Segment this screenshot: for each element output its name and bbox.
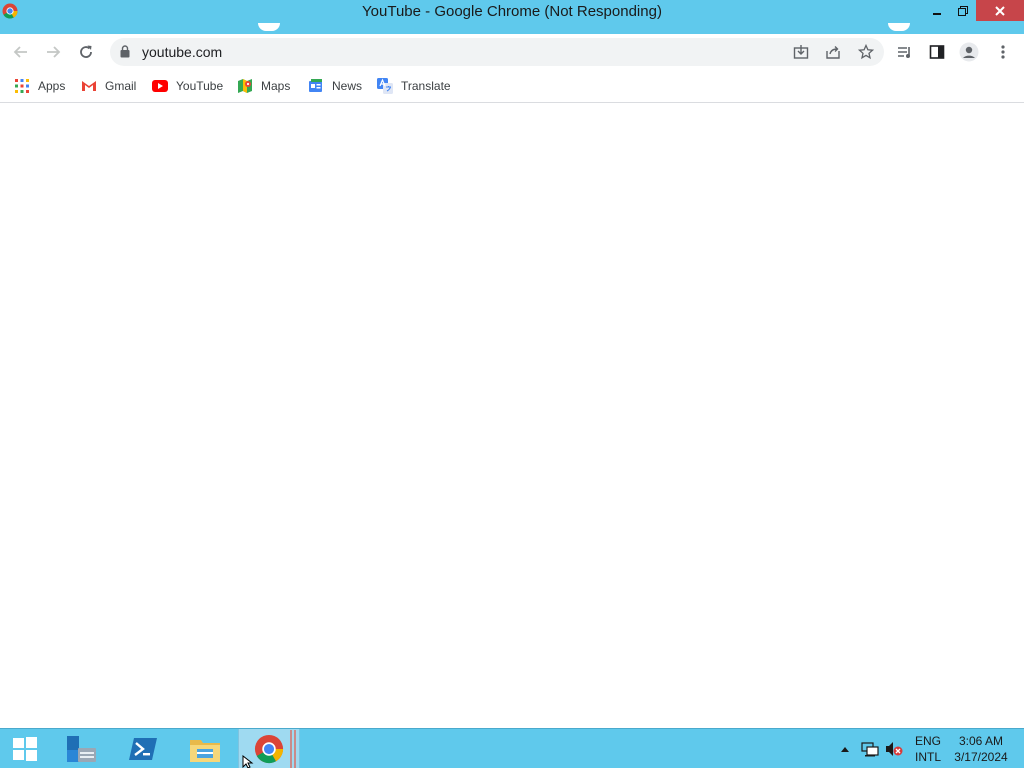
star-icon[interactable] <box>856 43 876 61</box>
lock-icon[interactable] <box>120 45 130 63</box>
window-title: YouTube - Google Chrome (Not Responding) <box>362 3 662 20</box>
clock-date: 3/17/2024 <box>954 750 1008 764</box>
show-hidden-icons-button[interactable] <box>838 729 852 769</box>
show-hidden-icons-icon <box>841 747 849 752</box>
clock-time: 3:06 AM <box>958 734 1004 748</box>
bookmark-label: Translate <box>401 79 451 93</box>
bookmark-label: Gmail <box>105 79 137 93</box>
taskbar-server-manager[interactable] <box>51 729 111 768</box>
bookmark-news[interactable]: News <box>308 76 362 96</box>
media-queue-button[interactable] <box>892 39 918 65</box>
maps-icon <box>237 78 253 94</box>
keyboard-layout: INTL <box>914 750 941 764</box>
server-manager-icon <box>67 735 96 762</box>
apps-grid-icon <box>14 78 30 94</box>
reload-button[interactable] <box>73 39 99 65</box>
powershell-icon <box>129 737 157 760</box>
bookmark-youtube[interactable]: YouTube <box>152 76 223 96</box>
bookmark-maps[interactable]: Maps <box>237 76 290 96</box>
url-text[interactable]: youtube.com <box>142 38 222 66</box>
bookmark-label: Maps <box>261 79 291 93</box>
tab-strip <box>0 23 1024 34</box>
profile-button[interactable] <box>956 39 982 65</box>
language-code: ENG <box>914 734 941 748</box>
close-icon <box>995 5 1005 16</box>
minimize-icon <box>932 12 941 15</box>
bookmarks-bar: Apps Gmail YouTube Maps News Translate <box>0 70 1024 103</box>
bookmark-apps[interactable]: Apps <box>14 76 65 96</box>
media-queue-icon <box>898 47 910 58</box>
taskbar-separator <box>290 730 292 768</box>
back-arrow-icon <box>13 46 27 58</box>
more-vert-icon <box>1001 45 1005 59</box>
minimize-button[interactable] <box>923 0 950 21</box>
close-button[interactable] <box>976 0 1024 21</box>
news-icon <box>308 78 324 94</box>
forward-arrow-icon <box>47 46 61 58</box>
taskbar-powershell[interactable] <box>113 729 173 768</box>
bookmark-label: Apps <box>38 79 66 93</box>
youtube-icon <box>152 78 168 94</box>
address-bar[interactable]: youtube.com <box>110 38 884 66</box>
bookmark-label: YouTube <box>176 79 224 93</box>
back-button[interactable] <box>8 39 34 65</box>
mouse-cursor-icon <box>242 755 254 768</box>
browser-toolbar: youtube.com <box>0 34 1024 70</box>
volume-button[interactable] <box>884 729 904 769</box>
bookmark-gmail[interactable]: Gmail <box>81 76 136 96</box>
taskbar-file-explorer[interactable] <box>175 729 235 768</box>
clock[interactable]: 3:06 AM 3/17/2024 <box>950 733 1012 765</box>
volume-muted-icon <box>886 742 903 756</box>
restore-button[interactable] <box>950 0 976 21</box>
bookmark-translate[interactable]: Translate <box>377 76 451 96</box>
bookmark-label: News <box>332 79 363 93</box>
restore-icon <box>958 5 968 16</box>
page-content[interactable] <box>0 103 1024 728</box>
chrome-icon <box>254 734 284 763</box>
install-icon[interactable] <box>791 43 811 61</box>
windows-logo-icon <box>13 737 37 761</box>
forward-button[interactable] <box>40 39 66 65</box>
side-panel-icon <box>929 45 945 59</box>
translate-icon <box>377 78 393 94</box>
input-language-indicator[interactable]: ENG INTL <box>908 733 948 765</box>
title-bar[interactable]: YouTube - Google Chrome (Not Responding) <box>0 0 1024 23</box>
reload-icon <box>80 45 92 58</box>
taskbar-separator <box>294 730 296 768</box>
network-button[interactable] <box>860 729 880 769</box>
profile-icon <box>959 42 979 62</box>
network-icon <box>861 742 879 757</box>
start-button[interactable] <box>0 729 50 769</box>
taskbar: ENG INTL 3:06 AM 3/17/2024 <box>0 728 1024 768</box>
file-explorer-icon <box>190 739 220 762</box>
share-icon[interactable] <box>823 43 843 61</box>
gmail-icon <box>81 78 97 94</box>
menu-button[interactable] <box>990 39 1016 65</box>
side-panel-button[interactable] <box>924 39 950 65</box>
